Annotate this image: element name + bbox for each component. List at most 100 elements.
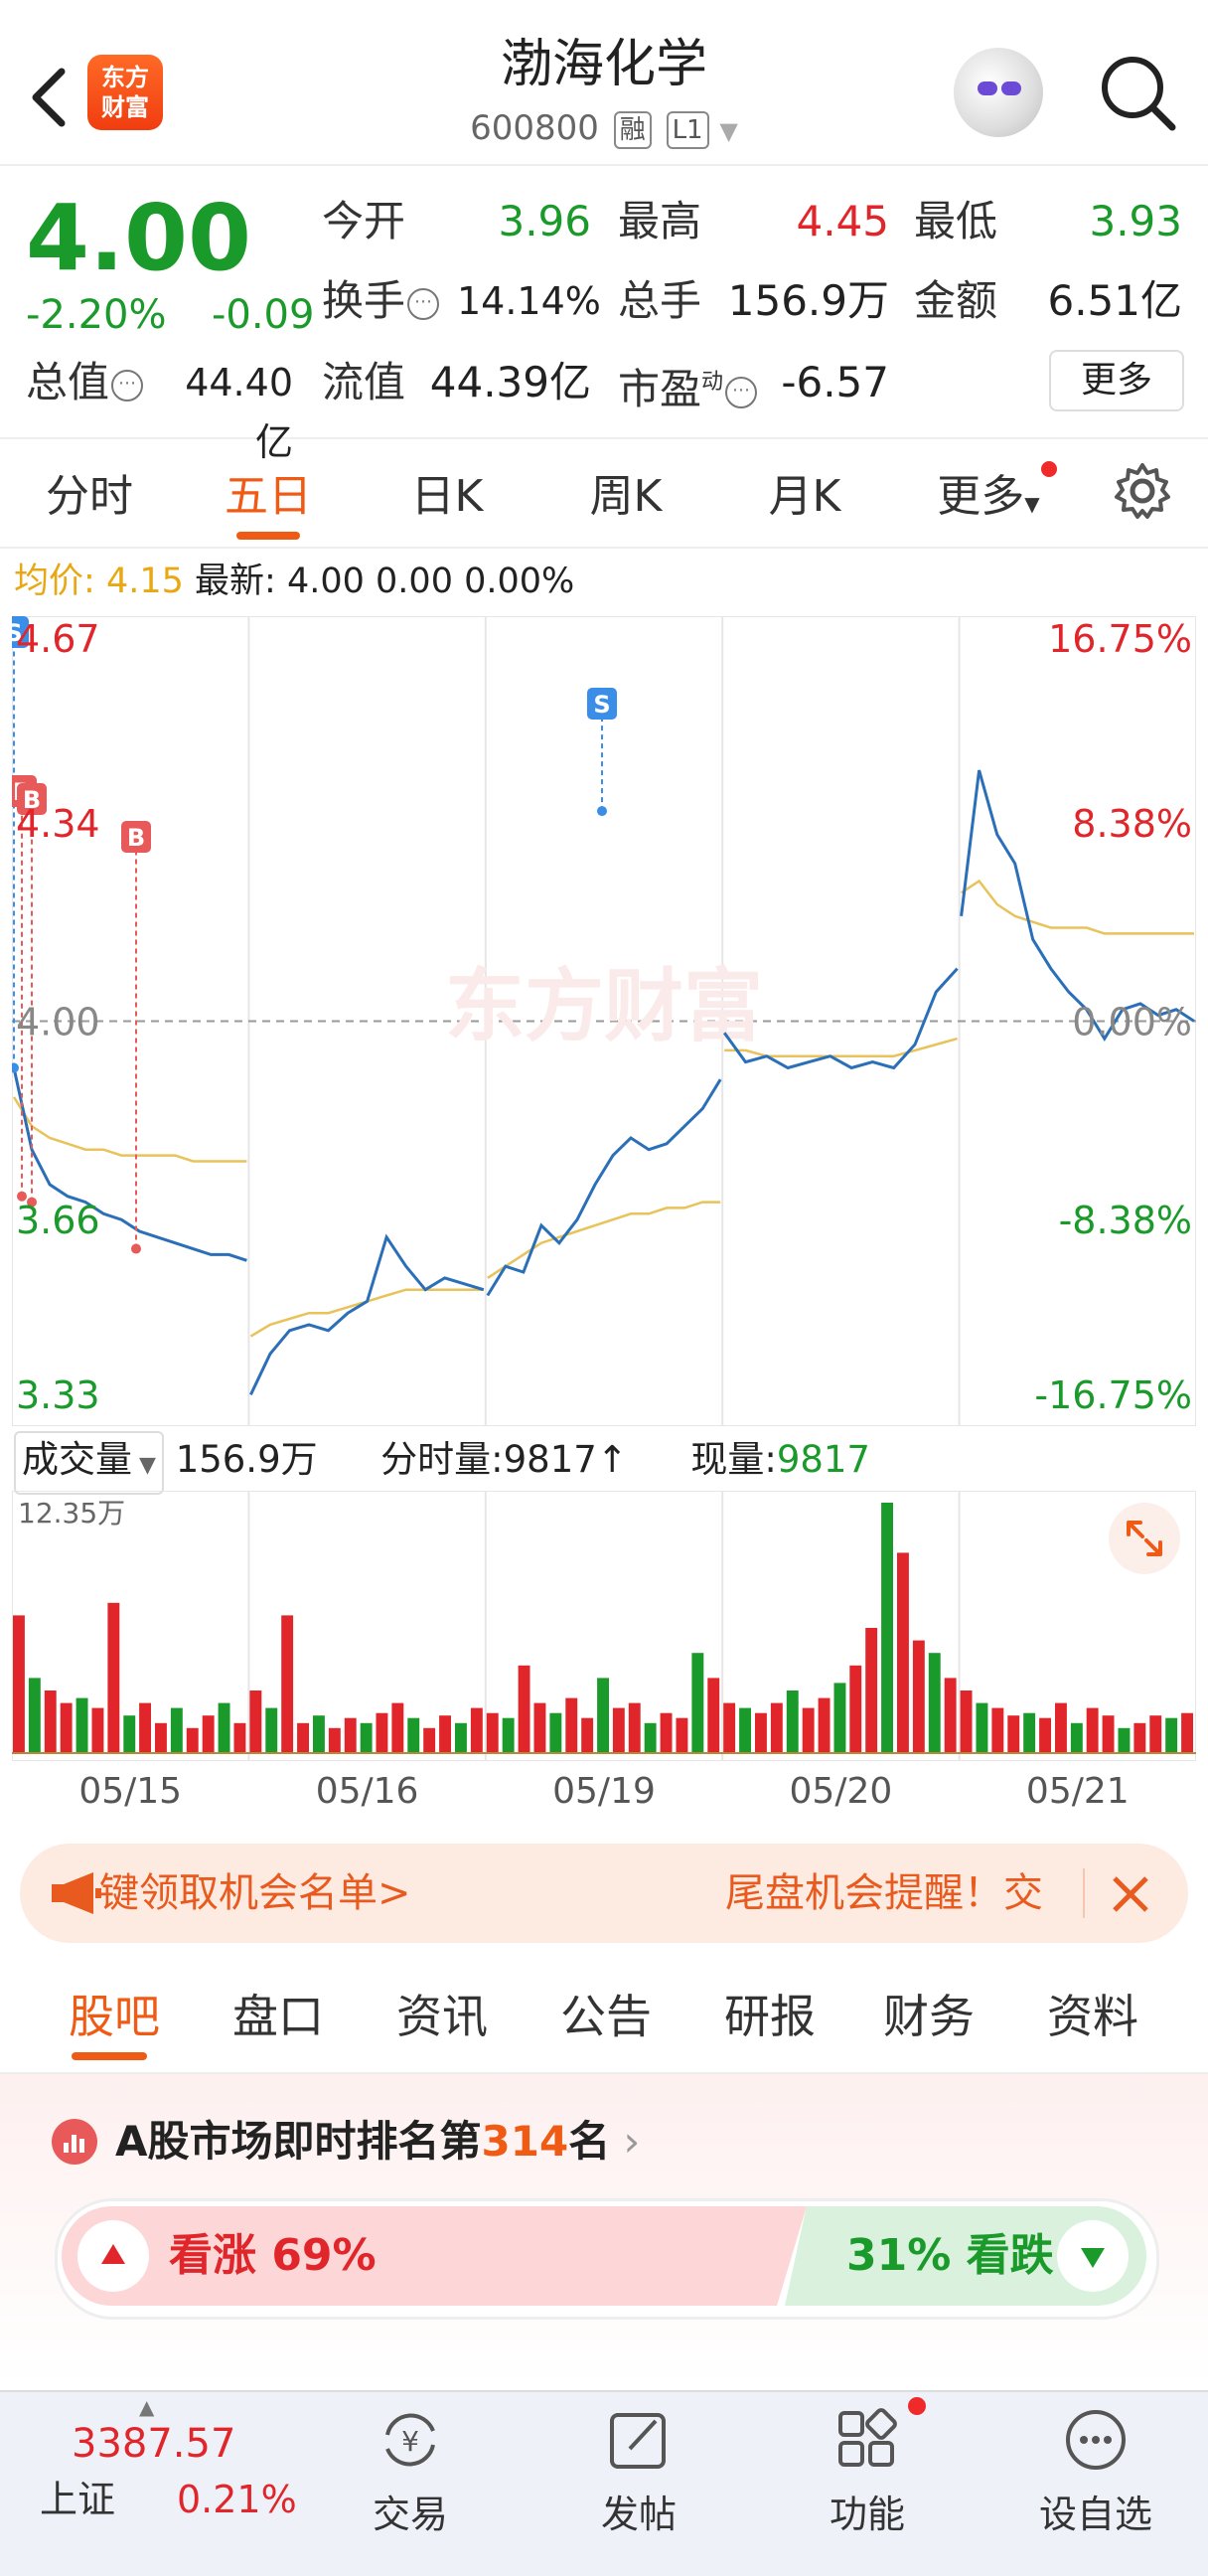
volume-bar	[991, 1707, 1004, 1753]
tab-finance[interactable]: 财务	[854, 1985, 1003, 2048]
tab-announcements[interactable]: 公告	[531, 1985, 680, 2048]
robot-avatar-icon[interactable]	[954, 48, 1043, 137]
volume-bar	[13, 1615, 25, 1753]
vote-up-icon[interactable]	[77, 2220, 149, 2292]
last-price: 4.00	[26, 185, 251, 291]
volume-bar	[1039, 1717, 1051, 1753]
y-tick-left: 4.34	[16, 802, 100, 846]
y-tick-left: 3.33	[16, 1373, 100, 1417]
tab-news[interactable]: 资讯	[368, 1985, 517, 2048]
volume-value: 156.9万	[727, 276, 889, 325]
volume-bar	[691, 1653, 704, 1753]
five-day-price-chart[interactable]: 东方财富 SBBBS 4.674.344.003.663.3316.75%8.3…	[12, 616, 1196, 1426]
tick-volume: 分时量:9817	[380, 1438, 597, 1481]
gear-icon[interactable]	[1111, 459, 1174, 523]
date-label: 05/16	[315, 1771, 419, 1812]
function-button[interactable]: 功能	[798, 2490, 937, 2539]
pe-sup: 动	[701, 370, 724, 395]
volume-bar	[439, 1715, 451, 1753]
volume-bar	[91, 1707, 104, 1753]
avg-price-line	[960, 879, 1194, 935]
tab-pankou[interactable]: 盘口	[204, 1985, 353, 2048]
volume-bar	[802, 1707, 815, 1753]
caret-up-icon[interactable]: ▲	[139, 2395, 154, 2419]
info-icon[interactable]: ⋯	[111, 369, 144, 402]
volume-bar	[833, 1683, 846, 1753]
banner-left-text[interactable]: 键领取机会名单>	[99, 1863, 411, 1923]
edit-post-icon[interactable]	[604, 2405, 674, 2475]
volume-bar	[391, 1702, 404, 1753]
volume-bar	[328, 1727, 341, 1753]
add-watchlist-button[interactable]: 设自选	[1026, 2490, 1165, 2539]
volume-bar	[549, 1712, 562, 1753]
chart-watermark: 东方财富	[445, 960, 763, 1052]
info-icon[interactable]: ⋯	[407, 287, 440, 320]
tab-five-day[interactable]: 五日	[189, 467, 348, 527]
trade-marker-label: S	[593, 691, 610, 719]
market-ranking[interactable]: A股市场即时排名第314名 ›	[115, 2112, 640, 2172]
volume-bar	[297, 1722, 309, 1753]
caret-down-icon[interactable]: ▼	[719, 117, 737, 145]
float-label: 流值	[322, 358, 406, 406]
amount-value: 6.51亿	[1047, 276, 1182, 325]
info-icon[interactable]: ⋯	[725, 376, 758, 408]
trade-marker-dot	[597, 806, 607, 817]
banner-right-text[interactable]: 尾盘机会提醒！交	[725, 1863, 1043, 1923]
tab-weekly-k[interactable]: 周K	[546, 467, 705, 527]
index-pct[interactable]: 0.21%	[177, 2473, 297, 2526]
volume-bar	[881, 1503, 893, 1753]
volume-bar	[644, 1722, 657, 1753]
high-label: 最高	[618, 197, 702, 245]
change-abs: -0.09	[211, 292, 315, 338]
trade-marker-dot	[131, 1243, 141, 1254]
tab-profile[interactable]: 资料	[1018, 1985, 1167, 2048]
volume-total: 156.9万	[175, 1438, 318, 1481]
back-icon[interactable]	[18, 50, 77, 139]
more-dots-icon[interactable]	[1061, 2405, 1131, 2475]
volume-bar	[1070, 1722, 1083, 1753]
latest-value: 4.00	[286, 562, 365, 601]
tab-research[interactable]: 研报	[695, 1985, 844, 2048]
yuan-trade-icon[interactable]: ¥	[376, 2405, 445, 2475]
trade-button[interactable]: 交易	[341, 2490, 480, 2539]
search-icon[interactable]	[1093, 48, 1182, 137]
volume-bar	[1086, 1707, 1099, 1753]
volume-indicator-select[interactable]: 成交量 ▼	[14, 1431, 164, 1495]
price-change: -2.20% -0.09	[26, 288, 314, 342]
post-button[interactable]: 发帖	[569, 2490, 708, 2539]
volume-bar	[1181, 1712, 1193, 1753]
index-value[interactable]: 3387.57	[72, 2417, 235, 2471]
svg-text:¥: ¥	[401, 2425, 419, 2458]
tab-monthly-k[interactable]: 月K	[725, 467, 884, 527]
pe-label: 市盈动 ⋯	[618, 353, 758, 419]
date-axis: 05/15 05/16 05/19 05/20 05/21	[0, 1764, 1208, 1824]
expand-icon[interactable]	[1109, 1503, 1180, 1574]
volume-bar	[76, 1697, 88, 1753]
tab-daily-k[interactable]: 日K	[368, 467, 527, 527]
volume-bar	[660, 1712, 673, 1753]
float-value: 44.39亿	[429, 358, 591, 406]
more-button[interactable]: 更多	[1049, 350, 1184, 411]
volume-bar	[897, 1552, 909, 1753]
volume-chart[interactable]: 12.35万	[12, 1491, 1196, 1761]
ranking-chart-icon	[52, 2119, 97, 2165]
tab-guba[interactable]: 股吧	[40, 1985, 189, 2048]
trade-marker-dot	[12, 1062, 19, 1073]
stock-name: 渤海化学	[500, 35, 707, 94]
grid-apps-icon[interactable]	[832, 2405, 902, 2475]
active-tab-indicator	[236, 532, 300, 540]
pe-value: -6.57	[781, 358, 889, 406]
open-label: 今开	[322, 197, 406, 245]
latest-pct: 0.00%	[464, 562, 575, 601]
volume-bar	[218, 1702, 230, 1753]
vote-down-icon[interactable]	[1057, 2220, 1129, 2292]
avg-label: 均价:	[14, 562, 95, 601]
index-name[interactable]: 上证	[40, 2473, 115, 2526]
stock-code-line[interactable]: 600800 融 L1 ▼	[397, 103, 811, 156]
tab-more[interactable]: 更多▼	[909, 467, 1068, 534]
close-icon[interactable]	[1105, 1868, 1156, 1920]
date-label: 05/20	[789, 1771, 893, 1812]
turnover-value: 14.14%	[457, 279, 601, 323]
trade-marker-label: B	[127, 824, 145, 852]
tab-intraday[interactable]: 分时	[10, 467, 169, 527]
